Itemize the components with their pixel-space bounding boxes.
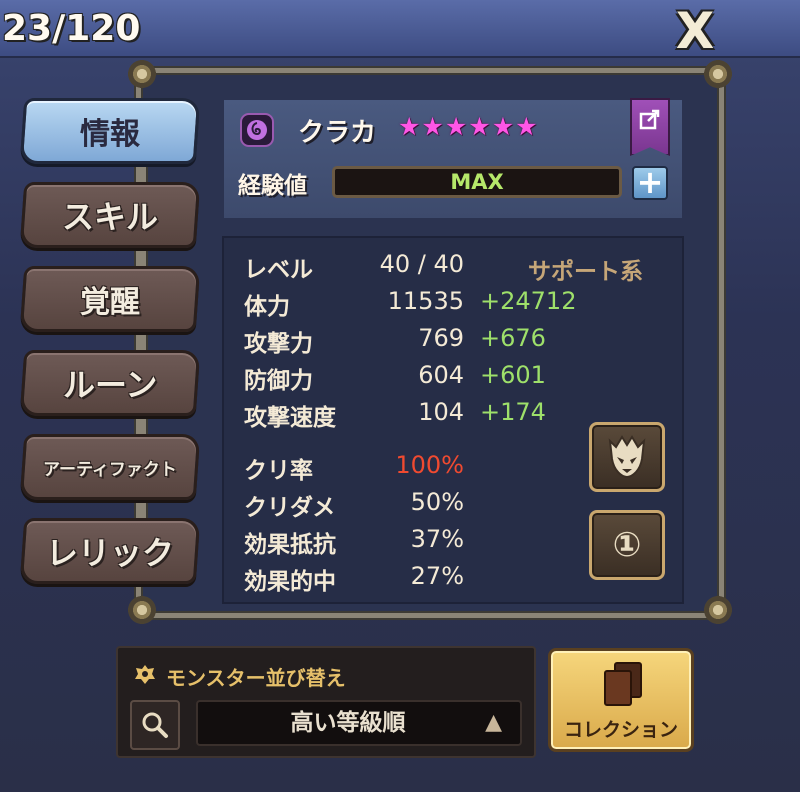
tab-relic[interactable]: レリック <box>19 518 201 584</box>
stat-bonus: +24712 <box>480 287 577 315</box>
share-icon <box>639 109 660 130</box>
sort-order-select[interactable]: 高い等級順 ▲ <box>196 700 522 746</box>
exp-plus-button[interactable]: + <box>632 166 668 200</box>
star-icon: ★ <box>444 112 468 141</box>
stat-value: 604 <box>418 361 464 389</box>
collection-label: コレクション <box>563 719 678 741</box>
tab-label: 覚醒 <box>80 285 140 320</box>
tab-label: ルーン <box>62 366 158 404</box>
stat-row-hp: 体力 11535 +24712 <box>244 287 674 321</box>
star-icon: ★ <box>421 112 444 141</box>
stat-label: 効果抵抗 <box>244 532 336 558</box>
stat-label: 防御力 <box>244 368 313 394</box>
stat-label: 体力 <box>244 294 290 320</box>
tab-info[interactable]: 情報 <box>19 98 201 164</box>
monster-type: サポート系 <box>528 259 643 285</box>
stat-label: 攻撃速度 <box>244 405 336 431</box>
stat-label: クリダメ <box>244 495 336 521</box>
stat-value: 100% <box>395 451 464 479</box>
stat-value: 769 <box>418 324 464 352</box>
tab-artifact[interactable]: アーティファクト <box>19 434 201 500</box>
stat-value: 27% <box>410 562 464 590</box>
star-icon: ★ <box>491 112 515 141</box>
star-rating: ★ ★ ★ ★ ★ ★ <box>398 112 538 142</box>
skin-button[interactable] <box>589 422 665 492</box>
stat-value: 104 <box>418 398 464 426</box>
stat-row-atk: 攻撃力 769 +676 <box>244 324 674 358</box>
dark-element-icon <box>240 113 274 147</box>
star-icon: ★ <box>515 112 538 141</box>
book-icon <box>604 662 642 706</box>
tab-awaken[interactable]: 覚醒 <box>19 266 201 332</box>
sort-selected-value: 高い等級順 <box>290 710 406 736</box>
stat-bonus: +601 <box>480 361 546 389</box>
monster-count: 23/120 <box>2 8 141 49</box>
stat-label: 効果的中 <box>244 569 336 595</box>
search-button[interactable] <box>130 700 180 750</box>
collection-button[interactable]: コレクション <box>548 648 694 752</box>
tab-rune[interactable]: ルーン <box>19 350 201 416</box>
slot-number-button[interactable]: ① <box>589 510 665 580</box>
stat-value: 11535 <box>387 287 464 315</box>
stat-bonus: +676 <box>480 324 546 352</box>
monster-name: クラカ <box>298 118 377 148</box>
frame-corner-ornament <box>704 596 732 624</box>
search-icon <box>142 712 168 738</box>
star-icon: ★ <box>398 112 421 141</box>
stat-label: 攻撃力 <box>244 331 313 357</box>
stat-value: 40 / 40 <box>379 250 464 278</box>
close-button[interactable]: X <box>668 2 722 60</box>
stat-label: クリ率 <box>244 458 313 484</box>
tab-label: アーティファクト <box>43 459 177 480</box>
monster-sort-icon <box>134 663 156 690</box>
stat-value: 50% <box>410 488 464 516</box>
sort-arrow-icon: ▲ <box>485 710 502 735</box>
stat-row-def: 防御力 604 +601 <box>244 361 674 395</box>
mask-icon <box>608 435 646 479</box>
stat-bonus: +174 <box>480 398 546 426</box>
slot-number: ① <box>612 525 642 565</box>
exp-label: 経験値 <box>238 173 307 199</box>
tab-label: スキル <box>61 198 158 236</box>
exp-value: MAX <box>450 170 504 194</box>
star-icon: ★ <box>468 112 491 141</box>
sort-title: モンスター並び替え <box>166 666 346 690</box>
frame-corner-ornament <box>704 60 732 88</box>
frame-corner-ornament <box>128 596 156 624</box>
stat-value: 37% <box>410 525 464 553</box>
tab-label: レリック <box>45 534 174 572</box>
tab-skill[interactable]: スキル <box>19 182 201 248</box>
tab-label: 情報 <box>80 117 140 152</box>
exp-bar: MAX <box>332 166 622 198</box>
frame-corner-ornament <box>128 60 156 88</box>
stat-label: レベル <box>244 257 313 283</box>
